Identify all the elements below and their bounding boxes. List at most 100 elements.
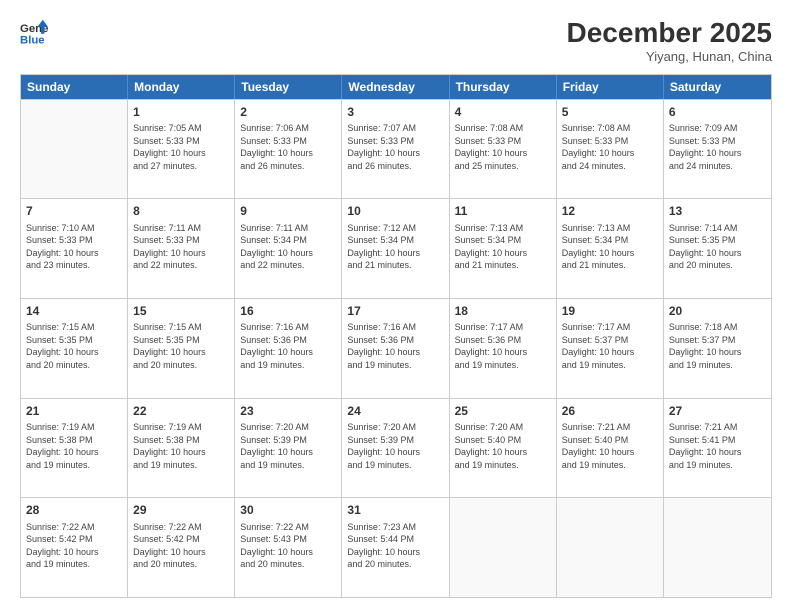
calendar-cell: 17 Sunrise: 7:16 AM Sunset: 5:36 PM Dayli… bbox=[342, 299, 449, 398]
cell-info: Sunrise: 7:20 AM Sunset: 5:39 PM Dayligh… bbox=[240, 421, 336, 471]
cell-info: Sunrise: 7:23 AM Sunset: 5:44 PM Dayligh… bbox=[347, 521, 443, 571]
calendar-header: SundayMondayTuesdayWednesdayThursdayFrid… bbox=[21, 75, 771, 99]
day-number: 13 bbox=[669, 203, 766, 219]
day-number: 17 bbox=[347, 303, 443, 319]
calendar-body: 1 Sunrise: 7:05 AM Sunset: 5:33 PM Daylig… bbox=[21, 99, 771, 597]
header-day-wednesday: Wednesday bbox=[342, 75, 449, 99]
calendar-cell: 25 Sunrise: 7:20 AM Sunset: 5:40 PM Dayli… bbox=[450, 399, 557, 498]
day-number: 15 bbox=[133, 303, 229, 319]
calendar-row-3: 21 Sunrise: 7:19 AM Sunset: 5:38 PM Dayli… bbox=[21, 398, 771, 498]
calendar-cell: 5Sunrise: 7:08 AM Sunset: 5:33 PM Daylig… bbox=[557, 100, 664, 199]
day-number: 18 bbox=[455, 303, 551, 319]
cell-info: Sunrise: 7:09 AM Sunset: 5:33 PM Dayligh… bbox=[669, 122, 766, 172]
calendar-cell bbox=[450, 498, 557, 597]
day-number: 3 bbox=[347, 104, 443, 120]
day-number: 28 bbox=[26, 502, 122, 518]
header-day-sunday: Sunday bbox=[21, 75, 128, 99]
cell-info: Sunrise: 7:22 AM Sunset: 5:42 PM Dayligh… bbox=[133, 521, 229, 571]
calendar-cell: 30 Sunrise: 7:22 AM Sunset: 5:43 PM Dayli… bbox=[235, 498, 342, 597]
calendar-cell bbox=[21, 100, 128, 199]
calendar-cell: 26 Sunrise: 7:21 AM Sunset: 5:40 PM Dayli… bbox=[557, 399, 664, 498]
cell-info: Sunrise: 7:14 AM Sunset: 5:35 PM Dayligh… bbox=[669, 222, 766, 272]
location: Yiyang, Hunan, China bbox=[567, 49, 772, 64]
cell-info: Sunrise: 7:20 AM Sunset: 5:39 PM Dayligh… bbox=[347, 421, 443, 471]
day-number: 25 bbox=[455, 403, 551, 419]
day-number: 27 bbox=[669, 403, 766, 419]
day-number: 31 bbox=[347, 502, 443, 518]
day-number: 8 bbox=[133, 203, 229, 219]
calendar-row-1: 7 Sunrise: 7:10 AM Sunset: 5:33 PM Daylig… bbox=[21, 198, 771, 298]
page-header: General Blue December 2025 Yiyang, Hunan… bbox=[20, 18, 772, 64]
cell-info: Sunrise: 7:16 AM Sunset: 5:36 PM Dayligh… bbox=[347, 321, 443, 371]
day-number: 4 bbox=[455, 104, 551, 120]
calendar: SundayMondayTuesdayWednesdayThursdayFrid… bbox=[20, 74, 772, 598]
cell-info: Sunrise: 7:15 AM Sunset: 5:35 PM Dayligh… bbox=[133, 321, 229, 371]
calendar-cell: 2 Sunrise: 7:06 AM Sunset: 5:33 PM Daylig… bbox=[235, 100, 342, 199]
day-number: 1 bbox=[133, 104, 229, 120]
header-day-thursday: Thursday bbox=[450, 75, 557, 99]
day-number: 5 bbox=[562, 104, 658, 120]
cell-info: Sunrise: 7:19 AM Sunset: 5:38 PM Dayligh… bbox=[133, 421, 229, 471]
calendar-cell: 15 Sunrise: 7:15 AM Sunset: 5:35 PM Dayli… bbox=[128, 299, 235, 398]
calendar-cell: 19 Sunrise: 7:17 AM Sunset: 5:37 PM Dayli… bbox=[557, 299, 664, 398]
calendar-cell: 6 Sunrise: 7:09 AM Sunset: 5:33 PM Daylig… bbox=[664, 100, 771, 199]
day-number: 30 bbox=[240, 502, 336, 518]
cell-info: Sunrise: 7:20 AM Sunset: 5:40 PM Dayligh… bbox=[455, 421, 551, 471]
day-number: 10 bbox=[347, 203, 443, 219]
page: General Blue December 2025 Yiyang, Hunan… bbox=[0, 0, 792, 612]
day-number: 16 bbox=[240, 303, 336, 319]
header-day-monday: Monday bbox=[128, 75, 235, 99]
day-number: 6 bbox=[669, 104, 766, 120]
calendar-cell: 14Sunrise: 7:15 AM Sunset: 5:35 PM Dayli… bbox=[21, 299, 128, 398]
cell-info: Sunrise: 7:11 AM Sunset: 5:34 PM Dayligh… bbox=[240, 222, 336, 272]
calendar-cell: 20Sunrise: 7:18 AM Sunset: 5:37 PM Dayli… bbox=[664, 299, 771, 398]
calendar-cell: 12 Sunrise: 7:13 AM Sunset: 5:34 PM Dayli… bbox=[557, 199, 664, 298]
cell-info: Sunrise: 7:11 AM Sunset: 5:33 PM Dayligh… bbox=[133, 222, 229, 272]
cell-info: Sunrise: 7:06 AM Sunset: 5:33 PM Dayligh… bbox=[240, 122, 336, 172]
day-number: 22 bbox=[133, 403, 229, 419]
calendar-cell: 4 Sunrise: 7:08 AM Sunset: 5:33 PM Daylig… bbox=[450, 100, 557, 199]
day-number: 23 bbox=[240, 403, 336, 419]
cell-info: Sunrise: 7:10 AM Sunset: 5:33 PM Dayligh… bbox=[26, 222, 122, 272]
day-number: 19 bbox=[562, 303, 658, 319]
day-number: 21 bbox=[26, 403, 122, 419]
calendar-cell: 31 Sunrise: 7:23 AM Sunset: 5:44 PM Dayli… bbox=[342, 498, 449, 597]
day-number: 26 bbox=[562, 403, 658, 419]
day-number: 11 bbox=[455, 203, 551, 219]
calendar-cell: 10Sunrise: 7:12 AM Sunset: 5:34 PM Dayli… bbox=[342, 199, 449, 298]
cell-info: Sunrise: 7:22 AM Sunset: 5:43 PM Dayligh… bbox=[240, 521, 336, 571]
calendar-cell: 21Sunrise: 7:19 AM Sunset: 5:38 PM Dayli… bbox=[21, 399, 128, 498]
calendar-cell: 1 Sunrise: 7:05 AM Sunset: 5:33 PM Daylig… bbox=[128, 100, 235, 199]
day-number: 2 bbox=[240, 104, 336, 120]
calendar-row-0: 1 Sunrise: 7:05 AM Sunset: 5:33 PM Daylig… bbox=[21, 99, 771, 199]
day-number: 29 bbox=[133, 502, 229, 518]
cell-info: Sunrise: 7:21 AM Sunset: 5:40 PM Dayligh… bbox=[562, 421, 658, 471]
calendar-cell: 22 Sunrise: 7:19 AM Sunset: 5:38 PM Dayli… bbox=[128, 399, 235, 498]
calendar-cell bbox=[664, 498, 771, 597]
logo: General Blue bbox=[20, 18, 48, 46]
calendar-cell: 8 Sunrise: 7:11 AM Sunset: 5:33 PM Daylig… bbox=[128, 199, 235, 298]
cell-info: Sunrise: 7:21 AM Sunset: 5:41 PM Dayligh… bbox=[669, 421, 766, 471]
calendar-cell: 9 Sunrise: 7:11 AM Sunset: 5:34 PM Daylig… bbox=[235, 199, 342, 298]
calendar-cell: 11Sunrise: 7:13 AM Sunset: 5:34 PM Dayli… bbox=[450, 199, 557, 298]
day-number: 7 bbox=[26, 203, 122, 219]
cell-info: Sunrise: 7:16 AM Sunset: 5:36 PM Dayligh… bbox=[240, 321, 336, 371]
header-day-saturday: Saturday bbox=[664, 75, 771, 99]
cell-info: Sunrise: 7:05 AM Sunset: 5:33 PM Dayligh… bbox=[133, 122, 229, 172]
cell-info: Sunrise: 7:13 AM Sunset: 5:34 PM Dayligh… bbox=[562, 222, 658, 272]
svg-text:Blue: Blue bbox=[20, 34, 45, 46]
day-number: 14 bbox=[26, 303, 122, 319]
calendar-cell: 28Sunrise: 7:22 AM Sunset: 5:42 PM Dayli… bbox=[21, 498, 128, 597]
day-number: 12 bbox=[562, 203, 658, 219]
calendar-row-4: 28 Sunrise: 7:22 AM Sunset: 5:42 PM Dayli… bbox=[21, 497, 771, 597]
cell-info: Sunrise: 7:08 AM Sunset: 5:33 PM Dayligh… bbox=[455, 122, 551, 172]
calendar-cell: 23 Sunrise: 7:20 AM Sunset: 5:39 PM Dayli… bbox=[235, 399, 342, 498]
day-number: 9 bbox=[240, 203, 336, 219]
cell-info: Sunrise: 7:18 AM Sunset: 5:37 PM Dayligh… bbox=[669, 321, 766, 371]
calendar-cell: 3Sunrise: 7:07 AM Sunset: 5:33 PM Daylig… bbox=[342, 100, 449, 199]
calendar-cell bbox=[557, 498, 664, 597]
calendar-cell: 29 Sunrise: 7:22 AM Sunset: 5:42 PM Dayli… bbox=[128, 498, 235, 597]
cell-info: Sunrise: 7:17 AM Sunset: 5:37 PM Dayligh… bbox=[562, 321, 658, 371]
calendar-cell: 13 Sunrise: 7:14 AM Sunset: 5:35 PM Dayli… bbox=[664, 199, 771, 298]
calendar-cell: 24Sunrise: 7:20 AM Sunset: 5:39 PM Dayli… bbox=[342, 399, 449, 498]
